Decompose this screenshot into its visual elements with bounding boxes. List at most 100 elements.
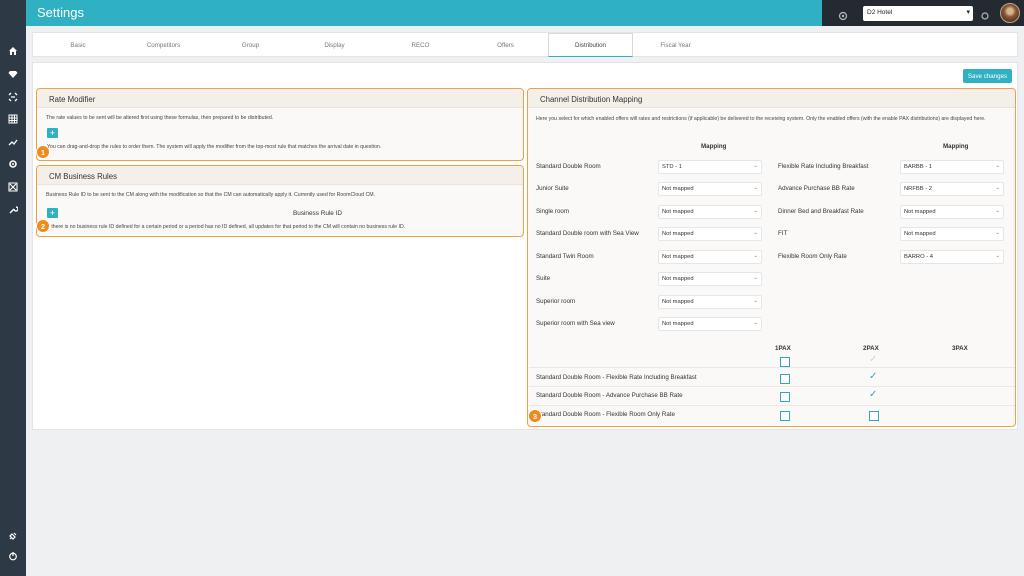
chevron-down-icon: ⌄ bbox=[995, 163, 1000, 169]
diamond-icon[interactable] bbox=[6, 67, 20, 81]
chevron-down-icon: ⌄ bbox=[753, 163, 758, 169]
room-label: Suite bbox=[536, 275, 551, 282]
offer-mapping-select[interactable]: BARRO - 4 ⌄ bbox=[900, 250, 1004, 264]
chevron-down-icon: ⌄ bbox=[753, 275, 758, 281]
tab-group[interactable]: Group bbox=[208, 33, 293, 57]
top-bar: Settings D2 Hotel ▾ bbox=[26, 0, 1024, 26]
chevron-down-icon: ⌄ bbox=[753, 230, 758, 236]
pax-row-label: Standard Double Room - Advance Purchase … bbox=[536, 392, 683, 399]
offer-mapping-value: BARBB - 1 bbox=[904, 164, 933, 170]
offer-mapping-select[interactable]: NRFBB - 2 ⌄ bbox=[900, 182, 1004, 196]
offer-mapping-select[interactable]: Not mapped ⌄ bbox=[900, 205, 1004, 219]
step-badge-2: 2 bbox=[36, 219, 50, 233]
hotel-select-value: D2 Hotel bbox=[867, 9, 893, 16]
trend-icon[interactable] bbox=[6, 135, 20, 149]
pax-select-all-1-checkbox[interactable] bbox=[780, 357, 790, 367]
tab-offers[interactable]: Offers bbox=[463, 33, 548, 57]
cm-rules-panel: CM Business Rules Business Rule ID to be… bbox=[36, 165, 524, 237]
home-icon[interactable] bbox=[6, 44, 20, 58]
tab-distribution[interactable]: Distribution bbox=[548, 33, 633, 57]
pax-2-check-icon[interactable]: ✓ bbox=[869, 371, 877, 382]
wrench-icon[interactable] bbox=[6, 203, 20, 217]
tab-reco[interactable]: RECO bbox=[378, 33, 463, 57]
save-button[interactable]: Save changes bbox=[963, 69, 1012, 83]
chevron-down-icon: ⌄ bbox=[753, 320, 758, 326]
chevron-down-icon: ⌄ bbox=[995, 185, 1000, 191]
offer-mapping-value: Not mapped bbox=[904, 209, 936, 215]
avatar[interactable] bbox=[1000, 3, 1020, 23]
offer-mapping-value: Not mapped bbox=[904, 231, 936, 237]
offers-mapping-header: Mapping bbox=[943, 143, 969, 150]
tag-icon[interactable] bbox=[6, 90, 20, 104]
hotel-select[interactable]: D2 Hotel ▾ bbox=[863, 6, 973, 21]
step-badge-3: 3 bbox=[528, 409, 542, 423]
room-mapping-value: Not mapped bbox=[662, 254, 694, 260]
room-label: Superior room with Sea view bbox=[536, 320, 615, 327]
step-badge-1: 1 bbox=[36, 145, 50, 159]
room-mapping-value: Not mapped bbox=[662, 321, 694, 327]
room-mapping-select[interactable]: Not mapped ⌄ bbox=[658, 272, 762, 286]
calendar-grid-icon[interactable] bbox=[6, 112, 20, 126]
offer-mapping-value: NRFBB - 2 bbox=[904, 186, 933, 192]
topbar-right: D2 Hotel ▾ bbox=[822, 0, 1024, 26]
pax-1-checkbox[interactable] bbox=[780, 374, 790, 384]
gauge-icon[interactable] bbox=[838, 8, 848, 21]
cm-rules-title: CM Business Rules bbox=[37, 166, 523, 185]
tab-display[interactable]: Display bbox=[292, 33, 377, 57]
room-mapping-select[interactable]: STD - 1 ⌄ bbox=[658, 160, 762, 174]
tab-fiscal-year[interactable]: Fiscal Year bbox=[633, 33, 718, 57]
offer-label: Flexible Rate Including Breakfast bbox=[778, 163, 869, 170]
pax-2-check-icon[interactable]: ✓ bbox=[869, 389, 877, 400]
pax-row-label: Standard Double Room - Flexible Rate Inc… bbox=[536, 374, 697, 381]
tab-competitors[interactable]: Competitors bbox=[121, 33, 206, 57]
image-icon[interactable] bbox=[6, 180, 20, 194]
chevron-down-icon: ⌄ bbox=[995, 208, 1000, 214]
power-icon[interactable] bbox=[6, 549, 20, 563]
add-business-rule-button[interactable]: + bbox=[47, 208, 58, 218]
room-mapping-value: STD - 1 bbox=[662, 164, 682, 170]
pax-row-label: Standard Double Room - Flexible Room Onl… bbox=[536, 411, 675, 418]
pax-1-checkbox[interactable] bbox=[780, 411, 790, 421]
offer-mapping-value: BARRO - 4 bbox=[904, 254, 933, 260]
offer-label: Dinner Bed and Breakfast Rate bbox=[778, 208, 864, 215]
chevron-down-icon: ⌄ bbox=[995, 253, 1000, 259]
room-mapping-value: Not mapped bbox=[662, 276, 694, 282]
settings-icon[interactable] bbox=[980, 8, 990, 20]
chevron-down-icon: ⌄ bbox=[753, 298, 758, 304]
cog-icon[interactable] bbox=[6, 157, 20, 171]
channel-mapping-desc: Here you select for which enabled offers… bbox=[536, 116, 986, 122]
pax-header-3: 3PAX bbox=[952, 345, 968, 352]
room-label: Junior Suite bbox=[536, 185, 569, 192]
room-mapping-value: Not mapped bbox=[662, 209, 694, 215]
chevron-down-icon: ⌄ bbox=[753, 185, 758, 191]
pax-select-all-2-check-icon[interactable]: ✓ bbox=[869, 354, 877, 365]
tabs-bar: Basic Competitors Group Display RECO Off… bbox=[32, 32, 1018, 57]
room-mapping-select[interactable]: Not mapped ⌄ bbox=[658, 250, 762, 264]
room-label: Standard Double room with Sea View bbox=[536, 230, 639, 237]
pax-2-checkbox[interactable] bbox=[869, 411, 879, 421]
room-label: Standard Twin Room bbox=[536, 253, 594, 260]
sidebar bbox=[0, 0, 26, 576]
plug-icon[interactable] bbox=[6, 529, 20, 543]
drag-hint: You can drag-and-drop the rules to order… bbox=[47, 144, 382, 150]
room-mapping-select[interactable]: Not mapped ⌄ bbox=[658, 295, 762, 309]
room-mapping-value: Not mapped bbox=[662, 231, 694, 237]
room-mapping-select[interactable]: Not mapped ⌄ bbox=[658, 205, 762, 219]
tab-basic[interactable]: Basic bbox=[33, 33, 123, 57]
chevron-down-icon: ⌄ bbox=[753, 253, 758, 259]
add-rule-button[interactable]: + bbox=[47, 128, 58, 138]
room-mapping-select[interactable]: Not mapped ⌄ bbox=[658, 317, 762, 331]
offer-mapping-select[interactable]: BARBB - 1 ⌄ bbox=[900, 160, 1004, 174]
channel-mapping-title: Channel Distribution Mapping bbox=[528, 89, 1015, 108]
room-label: Standard Double Room bbox=[536, 163, 601, 170]
offer-mapping-select[interactable]: Not mapped ⌄ bbox=[900, 227, 1004, 241]
business-rule-id-header: Business Rule ID bbox=[293, 210, 343, 217]
chevron-down-icon: ⌄ bbox=[995, 230, 1000, 236]
chevron-down-icon: ⌄ bbox=[753, 208, 758, 214]
room-mapping-select[interactable]: Not mapped ⌄ bbox=[658, 227, 762, 241]
chevron-down-icon: ▾ bbox=[966, 9, 970, 16]
room-mapping-select[interactable]: Not mapped ⌄ bbox=[658, 182, 762, 196]
offer-label: Flexible Room Only Rate bbox=[778, 253, 847, 260]
pax-1-checkbox[interactable] bbox=[780, 392, 790, 402]
cm-rules-desc: Business Rule ID to be sent to the CM al… bbox=[46, 192, 375, 198]
